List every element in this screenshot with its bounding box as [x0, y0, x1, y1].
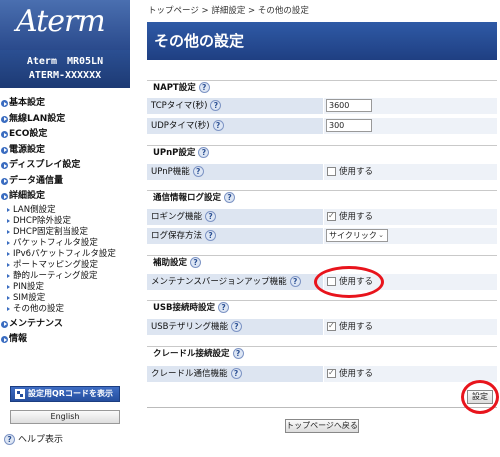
- nav-wireless-lan[interactable]: 無線LAN設定: [0, 112, 130, 128]
- row-tcp-timer: TCPタイマ(秒)? 3600: [147, 98, 497, 114]
- model-name: Aterm MR05LN: [26, 56, 104, 67]
- help-icon[interactable]: ?: [218, 302, 230, 313]
- nav-advanced[interactable]: 詳細設定: [0, 189, 130, 205]
- help-icon[interactable]: ?: [198, 147, 210, 158]
- nav-display[interactable]: ディスプレイ設定: [0, 158, 130, 174]
- qr-code-icon: [15, 389, 25, 399]
- section-upnp: UPnP設定?: [147, 145, 497, 159]
- help-icon[interactable]: ?: [230, 368, 242, 379]
- nav-pin[interactable]: PIN設定: [0, 282, 130, 293]
- row-log-method: ログ保存方法? サイクリック ⌄: [147, 228, 497, 244]
- section-cradle: クレードル接続設定?: [147, 346, 497, 360]
- divider: [147, 407, 497, 408]
- section-napt: NAPT設定?: [147, 80, 497, 94]
- help-icon[interactable]: ?: [224, 192, 236, 203]
- page-title: その他の設定: [147, 22, 497, 60]
- help-icon[interactable]: ?: [230, 321, 242, 332]
- help-icon: ?: [4, 434, 15, 445]
- nav-eco[interactable]: ECO設定: [0, 127, 130, 143]
- arrow-icon: [1, 100, 8, 107]
- show-qr-button[interactable]: 設定用QRコードを表示: [10, 386, 120, 402]
- nav-dhcp-exclude[interactable]: DHCP除外設定: [0, 216, 130, 227]
- section-log: 通信情報ログ設定?: [147, 190, 497, 204]
- row-udp-timer: UDPタイマ(秒)? 300: [147, 118, 497, 134]
- help-icon[interactable]: ?: [205, 211, 217, 222]
- arrow-icon: [1, 115, 8, 123]
- udp-timer-input[interactable]: 300: [326, 119, 372, 132]
- section-aux: 補助設定?: [147, 255, 497, 269]
- nav-basic-settings[interactable]: 基本設定: [0, 96, 130, 112]
- nav-packet-filter[interactable]: パケットフィルタ設定: [0, 238, 130, 249]
- highlight-circle-checkbox: [314, 266, 384, 298]
- arrow-icon: [1, 193, 8, 200]
- nav-other-settings[interactable]: その他の設定: [0, 304, 130, 315]
- help-icon[interactable]: ?: [190, 257, 202, 268]
- nav-port-mapping[interactable]: ポートマッピング設定: [0, 260, 130, 271]
- back-to-top-button[interactable]: トップページへ戻る: [285, 419, 359, 433]
- breadcrumb: トップページ > 詳細設定 > その他の設定: [148, 6, 309, 16]
- usb-tethering-checkbox[interactable]: [327, 321, 336, 331]
- cradle-checkbox[interactable]: [327, 368, 336, 378]
- help-icon[interactable]: ?: [198, 82, 210, 93]
- nav-data-usage[interactable]: データ通信量: [0, 174, 130, 190]
- log-method-select[interactable]: サイクリック ⌄: [326, 229, 388, 242]
- nav-dhcp-fixed[interactable]: DHCP固定割当設定: [0, 227, 130, 238]
- section-usb: USB接続時設定?: [147, 300, 497, 314]
- row-upnp: UPnP機能? 使用する: [147, 164, 497, 180]
- nav-maintenance[interactable]: メンテナンス: [0, 317, 130, 333]
- help-link[interactable]: ? ヘルプ表示: [4, 433, 63, 447]
- help-icon[interactable]: ?: [205, 230, 217, 241]
- model-info: Aterm MR05LN ATERM-XXXXXX: [0, 50, 130, 88]
- help-icon[interactable]: ?: [289, 276, 301, 287]
- sidebar: Aterm Aterm MR05LN ATERM-XXXXXX 基本設定 無線L…: [0, 0, 130, 457]
- highlight-circle-set-button: [461, 380, 499, 414]
- arrow-icon: [1, 336, 8, 343]
- help-icon[interactable]: ?: [210, 100, 222, 111]
- arrow-icon: [1, 320, 8, 328]
- tcp-timer-input[interactable]: 3600: [326, 99, 372, 112]
- nav-power[interactable]: 電源設定: [0, 143, 130, 159]
- logo-banner: Aterm: [0, 0, 130, 50]
- nav-lan-settings[interactable]: LAN側設定: [0, 205, 130, 216]
- arrow-icon: [1, 162, 8, 169]
- nav-ipv6-filter[interactable]: IPv6パケットフィルタ設定: [0, 249, 130, 260]
- nav-menu: 基本設定 無線LAN設定 ECO設定 電源設定 ディスプレイ設定 データ通信量 …: [0, 96, 130, 348]
- aterm-logo: Aterm: [16, 4, 106, 39]
- logging-checkbox[interactable]: [327, 211, 336, 221]
- device-id: ATERM-XXXXXX: [28, 70, 102, 81]
- upnp-checkbox[interactable]: [327, 167, 336, 176]
- row-cradle: クレードル通信機能? 使用する: [147, 366, 497, 382]
- help-icon[interactable]: ?: [232, 348, 244, 359]
- help-icon[interactable]: ?: [212, 120, 224, 131]
- help-icon[interactable]: ?: [192, 166, 204, 177]
- nav-info[interactable]: 情報: [0, 332, 130, 348]
- arrow-icon: [1, 131, 8, 138]
- row-usb-tethering: USBテザリング機能? 使用する: [147, 319, 497, 335]
- nav-sim[interactable]: SIM設定: [0, 293, 130, 304]
- row-logging: ロギング機能? 使用する: [147, 209, 497, 225]
- arrow-icon: [1, 146, 8, 154]
- chevron-down-icon: ⌄: [378, 231, 384, 239]
- english-button[interactable]: English: [10, 410, 120, 424]
- nav-static-routing[interactable]: 静的ルーティング設定: [0, 271, 130, 282]
- arrow-icon: [1, 177, 8, 185]
